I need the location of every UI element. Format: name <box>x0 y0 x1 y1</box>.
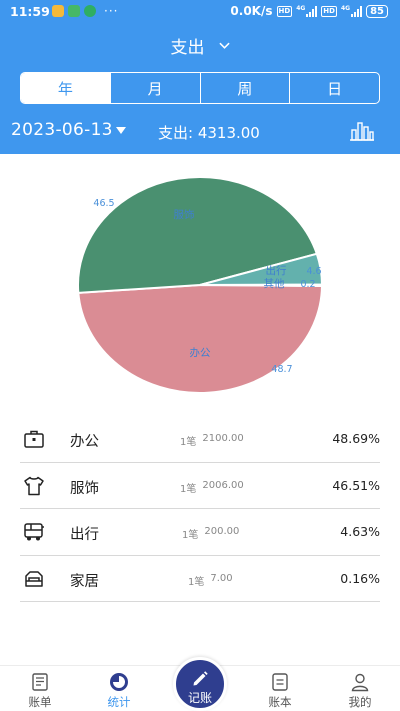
category-meta: 1笔 2100.00 <box>180 433 244 448</box>
category-list: 办公 1笔 2100.00 48.69% 服饰 1笔 2006.00 46.51… <box>20 416 380 602</box>
total-expense: 支出: 4313.00 <box>158 124 260 142</box>
nav-profile[interactable]: 我的 <box>335 672 385 710</box>
pie-label: 办公 <box>190 346 211 359</box>
category-row-clothing[interactable]: 服饰 1笔 2006.00 46.51% <box>20 463 380 509</box>
pencil-icon <box>193 671 208 686</box>
pie-label: 出行 <box>266 264 287 277</box>
page-title: 支出 <box>170 37 205 58</box>
category-amount: 2006.00 <box>202 479 244 491</box>
category-row-office[interactable]: 办公 1笔 2100.00 48.69% <box>20 416 380 463</box>
nav-stats[interactable]: 统计 <box>94 672 144 710</box>
network-speed: 0.0K/s <box>230 4 273 18</box>
notification-icons: ··· <box>52 5 118 17</box>
expense-pie-chart: 办公 48.7 服饰 46.5 出行 4.6 其他 0.2 <box>77 176 324 394</box>
bus-icon <box>24 523 44 541</box>
category-meta: 1笔 7.00 <box>188 573 233 588</box>
shield-app-icon <box>84 5 96 17</box>
pie-label: 其他 <box>264 277 285 290</box>
chevron-down-icon <box>218 42 230 49</box>
category-name: 服饰 <box>70 480 99 497</box>
pie-value-label: 46.5 <box>93 198 114 209</box>
nav-ledger-label: 账本 <box>268 695 292 709</box>
profile-icon <box>351 673 369 692</box>
category-row-travel[interactable]: 出行 1笔 200.00 4.63% <box>20 509 380 556</box>
status-bar: 11:59 ··· 0.0K/s HD 4G HD 4G 85 <box>0 0 400 22</box>
summary-row: 2023-06-13 支出: 4313.00 <box>0 118 400 144</box>
record-label: 记账 <box>187 691 212 705</box>
statistics-page: 11:59 ··· 0.0K/s HD 4G HD 4G 85 支出 年 月 周… <box>0 0 400 711</box>
stats-pie-icon <box>110 673 128 691</box>
category-count: 1笔 <box>182 530 199 541</box>
nav-profile-label: 我的 <box>348 695 372 709</box>
category-amount: 200.00 <box>204 526 240 537</box>
hd-badge: HD <box>276 5 293 17</box>
nav-bill[interactable]: 账单 <box>15 672 65 710</box>
nav-ledger[interactable]: 账本 <box>255 672 305 710</box>
status-right: 0.0K/s HD 4G HD 4G 85 <box>230 4 388 18</box>
tab-day[interactable]: 日 <box>289 73 379 103</box>
category-meta: 1笔 200.00 <box>182 526 239 541</box>
date-picker[interactable]: 2023-06-13 <box>11 120 126 140</box>
category-name: 出行 <box>70 527 99 543</box>
briefcase-icon <box>24 430 44 448</box>
tshirt-icon <box>24 476 44 495</box>
battery-icon: 85 <box>366 4 388 18</box>
signal-icon: 4G <box>296 5 318 17</box>
more-notifications-icon: ··· <box>104 4 119 18</box>
category-meta: 1笔 2006.00 <box>180 480 244 495</box>
bill-icon <box>32 673 48 691</box>
status-time: 11:59 <box>10 4 50 19</box>
chat-app-icon <box>68 5 80 17</box>
category-count: 1笔 <box>188 576 205 588</box>
pie-value-label: 4.6 <box>306 266 321 277</box>
hd-badge-2: HD <box>321 5 337 17</box>
sofa-icon <box>25 570 43 587</box>
pie-label: 服饰 <box>174 208 195 221</box>
category-percent: 0.16% <box>340 570 380 586</box>
caret-down-icon <box>115 126 126 134</box>
nav-bill-label: 账单 <box>28 695 52 709</box>
category-count: 1笔 <box>180 483 197 495</box>
category-name: 办公 <box>70 434 99 450</box>
date-value: 2023-06-13 <box>11 120 113 140</box>
tab-month[interactable]: 月 <box>109 73 200 103</box>
period-tabs: 年 月 周 日 <box>20 72 380 104</box>
tab-week[interactable]: 周 <box>199 73 290 103</box>
category-row-home[interactable]: 家居 1笔 7.00 0.16% <box>20 556 380 602</box>
category-amount: 7.00 <box>210 572 233 584</box>
pie-value-label: 48.7 <box>271 364 292 375</box>
header: 11:59 ··· 0.0K/s HD 4G HD 4G 85 支出 年 月 周… <box>0 0 400 154</box>
category-name: 家居 <box>70 573 99 590</box>
ledger-icon <box>272 673 288 691</box>
message-app-icon <box>52 5 64 17</box>
type-selector[interactable]: 支出 <box>0 30 400 60</box>
signal-icon-2: 4G <box>341 5 363 17</box>
category-amount: 2100.00 <box>202 433 244 444</box>
category-count: 1笔 <box>180 437 197 448</box>
category-percent: 46.51% <box>332 477 380 493</box>
bar-chart-icon[interactable] <box>348 118 376 142</box>
record-button[interactable]: 记账 <box>173 657 227 711</box>
category-percent: 4.63% <box>340 524 380 539</box>
nav-stats-label: 统计 <box>107 695 131 709</box>
category-percent: 48.69% <box>332 431 380 446</box>
tab-year[interactable]: 年 <box>21 73 110 103</box>
pie-value-label: 0.2 <box>300 279 315 290</box>
pie-slice-办公[interactable] <box>77 283 324 394</box>
